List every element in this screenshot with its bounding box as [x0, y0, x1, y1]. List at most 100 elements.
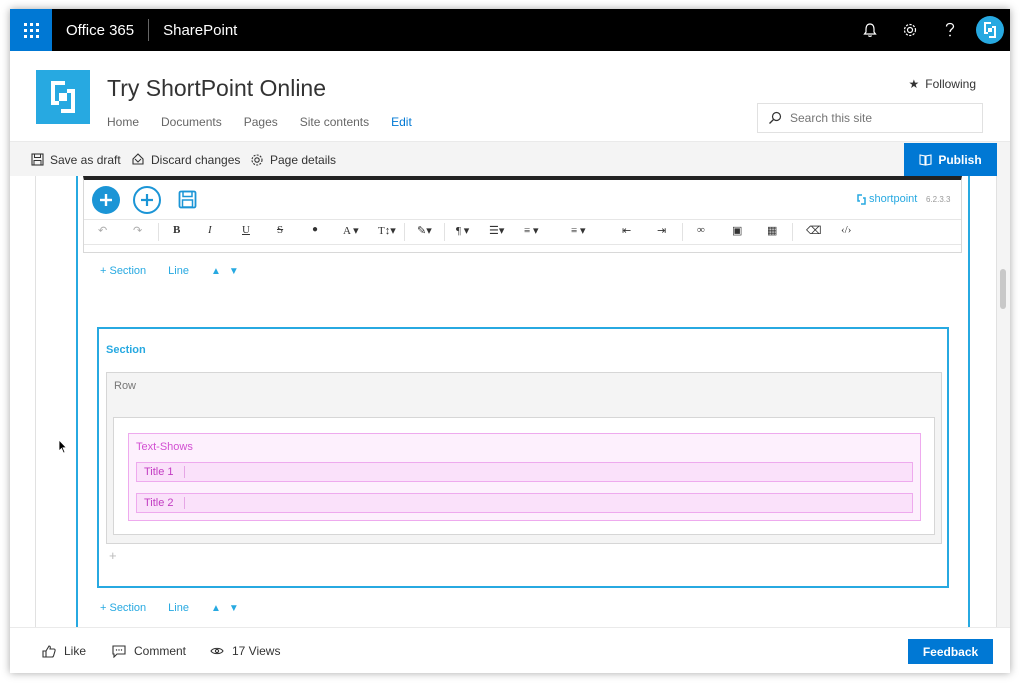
line-link[interactable]: Line: [168, 265, 189, 277]
chevron-down-icon[interactable]: ▼: [229, 266, 239, 277]
suite-bar: Office 365 SharePoint: [10, 9, 1010, 51]
shortpoint-toolbar: shortpoint 6.2.3.3 ↶ ↷ B I U S ● A ▾ T↕▾…: [83, 176, 962, 253]
discard-changes-label: Discard changes: [151, 152, 241, 167]
avatar[interactable]: [970, 9, 1010, 51]
link-icon[interactable]: ∞: [697, 224, 705, 236]
line-link[interactable]: Line: [168, 602, 189, 614]
waffle-icon[interactable]: [10, 9, 52, 51]
plus-icon: [100, 194, 112, 206]
publish-button[interactable]: Publish: [904, 143, 997, 177]
table-icon[interactable]: ▦: [767, 224, 777, 237]
following-label: Following: [925, 77, 976, 91]
image-icon[interactable]: ▣: [732, 224, 742, 237]
align-icon[interactable]: ☰▾: [489, 224, 504, 237]
search-input[interactable]: [790, 111, 970, 125]
section-container[interactable]: Section Row Text-Shows Title 1 Title 2 +: [97, 327, 949, 588]
chevron-up-icon[interactable]: ▲: [211, 266, 221, 277]
scrollbar-thumb[interactable]: [1000, 269, 1006, 309]
comment-icon: [112, 644, 126, 658]
outdent-icon[interactable]: ⇤: [622, 224, 631, 237]
add-section-link[interactable]: + Section: [100, 602, 146, 614]
code-view-icon[interactable]: ‹/›: [841, 224, 851, 236]
book-icon: [919, 154, 932, 166]
add-row-icon[interactable]: +: [109, 548, 117, 563]
plus-icon: [141, 194, 153, 206]
shortpoint-logo-icon: [857, 193, 866, 205]
row-container[interactable]: Row Text-Shows Title 1 Title 2: [106, 372, 942, 544]
gear-icon: [251, 153, 263, 166]
formatting-toolbar: ↶ ↷ B I U S ● A ▾ T↕▾ ✎▾ ¶ ▾ ☰▾ ≡ ▾ ≡ ▾ …: [84, 219, 961, 245]
nav-home[interactable]: Home: [107, 115, 139, 129]
gear-icon[interactable]: [890, 9, 930, 51]
save-as-draft-label: Save as draft: [50, 152, 121, 167]
font-family-icon[interactable]: T↕▾: [378, 224, 396, 237]
add-element-button[interactable]: [92, 186, 120, 214]
column-container[interactable]: Text-Shows Title 1 Title 2: [113, 417, 935, 535]
sharepoint-title[interactable]: SharePoint: [149, 22, 251, 39]
comment-label: Comment: [134, 644, 187, 658]
comment-button[interactable]: Comment: [112, 628, 186, 673]
nav-pages[interactable]: Pages: [244, 115, 278, 129]
site-logo-icon[interactable]: [36, 70, 90, 124]
save-icon[interactable]: [178, 190, 197, 214]
redo-icon[interactable]: ↷: [133, 224, 142, 237]
nav-site-contents[interactable]: Site contents: [300, 115, 369, 129]
like-button[interactable]: Like: [42, 628, 86, 673]
following-button[interactable]: ★ Following: [909, 77, 976, 91]
like-label: Like: [64, 644, 87, 658]
discard-icon: [132, 153, 144, 165]
add-section-link[interactable]: + Section: [100, 265, 146, 277]
unordered-list-icon[interactable]: ≡ ▾: [571, 224, 585, 237]
text-shows-element[interactable]: Text-Shows Title 1 Title 2: [128, 433, 921, 521]
undo-icon[interactable]: ↶: [98, 224, 107, 237]
site-header: Try ShortPoint Online Home Documents Pag…: [10, 51, 1010, 141]
command-bar: Save as draft Discard changes Page detai…: [10, 141, 1010, 177]
search-box[interactable]: [757, 103, 983, 133]
shortpoint-logo-icon: [976, 16, 1004, 44]
site-title[interactable]: Try ShortPoint Online: [107, 75, 326, 102]
eraser-icon[interactable]: ⌫: [806, 224, 822, 237]
add-section-button[interactable]: [133, 186, 161, 214]
discard-changes-button[interactable]: Discard changes: [131, 142, 240, 177]
section-label: Section: [106, 344, 146, 356]
scrollbar-track[interactable]: [997, 176, 1010, 627]
shortpoint-brand-text: shortpoint: [869, 193, 918, 205]
feedback-button[interactable]: Feedback: [908, 639, 993, 664]
indent-icon[interactable]: ⇥: [657, 224, 666, 237]
floppy-icon: [31, 153, 44, 166]
mouse-cursor-icon: [58, 439, 68, 459]
highlight-icon[interactable]: ✎▾: [417, 224, 432, 237]
chevron-down-icon[interactable]: ▼: [229, 603, 239, 614]
font-size-icon[interactable]: A ▾: [343, 224, 359, 237]
row-label: Row: [114, 380, 137, 392]
thumbs-up-icon: [42, 644, 56, 658]
nav-documents[interactable]: Documents: [161, 115, 222, 129]
underline-icon[interactable]: U: [242, 224, 250, 236]
save-as-draft-button[interactable]: Save as draft: [31, 142, 121, 177]
views-count: 17 Views: [210, 628, 280, 673]
help-icon[interactable]: [930, 9, 970, 51]
strikethrough-icon[interactable]: S: [277, 224, 283, 236]
list-item[interactable]: Title 1: [136, 462, 913, 482]
list-item[interactable]: Title 2: [136, 493, 913, 513]
shortpoint-brand: shortpoint: [857, 193, 917, 205]
page-details-button[interactable]: Page details: [250, 142, 336, 177]
bold-icon[interactable]: B: [173, 224, 180, 236]
chevron-up-icon[interactable]: ▲: [211, 603, 221, 614]
item-title: Title 2: [144, 497, 174, 509]
text-color-icon[interactable]: ●: [312, 224, 318, 235]
office365-title[interactable]: Office 365: [52, 22, 148, 39]
left-gutter: [35, 176, 36, 627]
italic-icon[interactable]: I: [208, 224, 212, 236]
nav-edit[interactable]: Edit: [391, 115, 412, 129]
page-canvas: shortpoint 6.2.3.3 ↶ ↷ B I U S ● A ▾ T↕▾…: [10, 176, 1010, 627]
search-icon: [769, 111, 782, 124]
element-label: Text-Shows: [136, 441, 193, 453]
paragraph-icon[interactable]: ¶ ▾: [456, 224, 469, 237]
eye-icon: [210, 647, 224, 655]
bell-icon[interactable]: [850, 9, 890, 51]
section-controls-bottom: + Section Line ▲ ▼: [100, 602, 247, 614]
ordered-list-icon[interactable]: ≡ ▾: [524, 224, 538, 237]
page-details-label: Page details: [270, 152, 337, 167]
shortpoint-version: 6.2.3.3: [926, 195, 951, 204]
